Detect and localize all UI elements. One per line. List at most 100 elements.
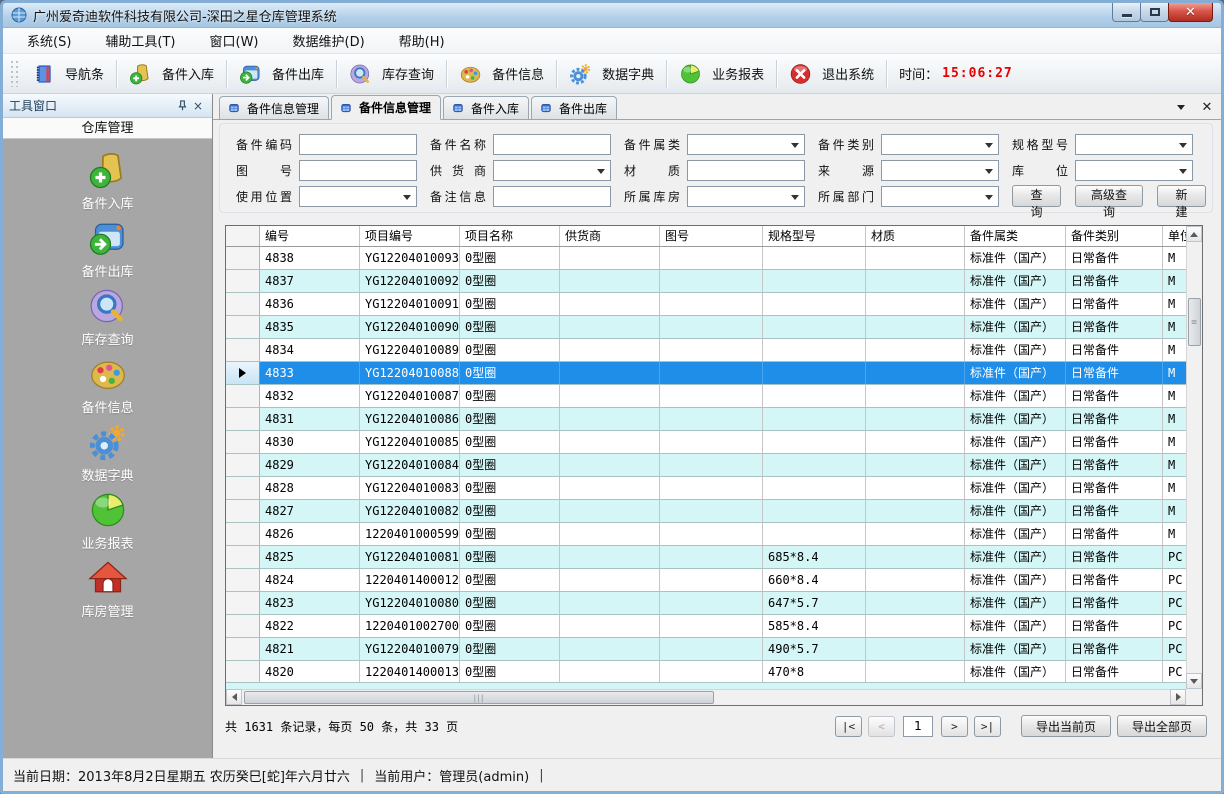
page-number-input[interactable]: 1	[903, 716, 933, 737]
hscroll-thumb[interactable]: |||	[244, 691, 714, 704]
field-select-所属库房[interactable]	[687, 186, 805, 207]
maximize-button[interactable]	[1140, 3, 1169, 22]
table-row[interactable]: 4833YG122040100880型圈标准件（国产）日常备件M	[226, 362, 1186, 385]
table-cell: 0型圈	[460, 661, 560, 683]
tab-3[interactable]: 备件入库	[443, 96, 529, 119]
field-input-备件编码[interactable]	[299, 134, 417, 155]
field-select-供 货 商[interactable]	[493, 160, 611, 181]
export-current-page-button[interactable]: 导出当前页	[1021, 715, 1111, 737]
pin-icon[interactable]	[174, 98, 190, 114]
first-page-button[interactable]: |<	[835, 716, 862, 737]
scroll-down-icon[interactable]	[1186, 673, 1202, 689]
table-cell: M	[1163, 247, 1186, 269]
close-button[interactable]: ✕	[1168, 3, 1213, 22]
field-select-库 位[interactable]	[1075, 160, 1193, 181]
table-cell: 标准件（国产）	[965, 615, 1066, 637]
advanced-query-button[interactable]: 高级查询	[1075, 185, 1143, 207]
toolbar-button-6[interactable]: 数据字典	[561, 57, 662, 91]
table-row[interactable]: 4836YG122040100910型圈标准件（国产）日常备件M	[226, 293, 1186, 316]
menu-item[interactable]: 帮助(H)	[389, 28, 455, 53]
table-cell	[866, 247, 965, 269]
next-page-button[interactable]: >	[941, 716, 968, 737]
column-header-编号[interactable]: 编号	[260, 226, 360, 246]
toolbar-button-4[interactable]: 库存查询	[341, 57, 442, 91]
menu-item[interactable]: 系统(S)	[17, 28, 81, 53]
field-input-材 质[interactable]	[687, 160, 805, 181]
column-header-项目名称[interactable]: 项目名称	[460, 226, 560, 246]
close-icon[interactable]: ✕	[1199, 99, 1215, 115]
table-row[interactable]: 482212204010027000型圈585*8.4标准件（国产）日常备件PC	[226, 615, 1186, 638]
tab-4[interactable]: 备件出库	[531, 96, 617, 119]
sidebar-item-库房管理[interactable]: 库房管理	[3, 555, 212, 623]
table-row[interactable]: 4832YG122040100870型圈标准件（国产）日常备件M	[226, 385, 1186, 408]
table-row[interactable]: 482012204014000130型圈470*8标准件（国产）日常备件PC	[226, 661, 1186, 684]
table-row[interactable]: 4835YG122040100900型圈标准件（国产）日常备件M	[226, 316, 1186, 339]
table-row[interactable]: 4830YG122040100850型圈标准件（国产）日常备件M	[226, 431, 1186, 454]
toolbar-button-2[interactable]: 备件入库	[121, 57, 222, 91]
table-row[interactable]: 4827YG122040100820型圈标准件（国产）日常备件M	[226, 500, 1186, 523]
table-row[interactable]: 4838YG122040100930型圈标准件（国产）日常备件M	[226, 247, 1186, 270]
last-page-button[interactable]: >|	[974, 716, 1001, 737]
column-header-项目编号[interactable]: 项目编号	[360, 226, 460, 246]
field-select-规格型号[interactable]	[1075, 134, 1193, 155]
table-row[interactable]: 4831YG122040100860型圈标准件（国产）日常备件M	[226, 408, 1186, 431]
field-input-备件名称[interactable]	[493, 134, 611, 155]
field-select-使用位置[interactable]	[299, 186, 417, 207]
sidebar-item-备件入库[interactable]: 备件入库	[3, 147, 212, 215]
column-header-供货商[interactable]: 供货商	[560, 226, 660, 246]
table-row[interactable]: 482412204014000120型圈660*8.4标准件（国产）日常备件PC	[226, 569, 1186, 592]
field-select-所属部门[interactable]	[881, 186, 999, 207]
column-header-材质[interactable]: 材质	[866, 226, 965, 246]
menu-item[interactable]: 辅助工具(T)	[95, 28, 185, 53]
vertical-scrollbar[interactable]: ≡	[1186, 226, 1202, 689]
new-button[interactable]: 新建	[1157, 185, 1206, 207]
toolbar-button-3[interactable]: 备件出库	[231, 57, 332, 91]
scroll-up-icon[interactable]	[1186, 226, 1202, 242]
table-row[interactable]: 4834YG122040100890型圈标准件（国产）日常备件M	[226, 339, 1186, 362]
table-row[interactable]: 4837YG122040100920型圈标准件（国产）日常备件M	[226, 270, 1186, 293]
toolbar-button-7[interactable]: 业务报表	[671, 57, 772, 91]
tab-2[interactable]: 备件信息管理	[331, 95, 441, 120]
scroll-right-icon[interactable]	[1170, 689, 1186, 705]
menu-item[interactable]: 窗口(W)	[200, 28, 269, 53]
sidebar-item-库存查询[interactable]: 库存查询	[3, 283, 212, 351]
column-header-备件属类[interactable]: 备件属类	[965, 226, 1066, 246]
table-cell	[560, 546, 660, 568]
export-all-pages-button[interactable]: 导出全部页	[1117, 715, 1207, 737]
column-header-备件类别[interactable]: 备件类别	[1066, 226, 1163, 246]
table-row[interactable]: 482612204010005990型圈标准件（国产）日常备件M	[226, 523, 1186, 546]
toolbar-grip[interactable]	[11, 61, 18, 87]
sidebar-item-数据字典[interactable]: 数据字典	[3, 419, 212, 487]
toolbar-button-5[interactable]: 备件信息	[451, 57, 552, 91]
horizontal-scrollbar[interactable]: |||	[226, 689, 1186, 705]
table-row[interactable]: 4829YG122040100840型圈标准件（国产）日常备件M	[226, 454, 1186, 477]
field-input-图 号[interactable]	[299, 160, 417, 181]
table-cell: 0型圈	[460, 431, 560, 453]
tab-1[interactable]: 备件信息管理	[219, 96, 329, 119]
column-header-图号[interactable]: 图号	[660, 226, 763, 246]
field-select-来 源[interactable]	[881, 160, 999, 181]
toolbar-button-1[interactable]: 导航条	[24, 57, 112, 91]
table-row[interactable]: 4828YG122040100830型圈标准件（国产）日常备件M	[226, 477, 1186, 500]
column-header-单位[interactable]: 单位	[1163, 226, 1186, 246]
chevron-down-icon[interactable]	[1173, 99, 1189, 115]
table-row[interactable]: 4825YG122040100810型圈685*8.4标准件（国产）日常备件PC	[226, 546, 1186, 569]
minimize-button[interactable]	[1112, 3, 1141, 22]
sidebar-item-备件信息[interactable]: 备件信息	[3, 351, 212, 419]
table-row[interactable]: 4821YG122040100790型圈490*5.7标准件（国产）日常备件PC	[226, 638, 1186, 661]
sidebar-item-业务报表[interactable]: 业务报表	[3, 487, 212, 555]
field-select-备件属类[interactable]	[687, 134, 805, 155]
sidebar-item-备件出库[interactable]: 备件出库	[3, 215, 212, 283]
menu-item[interactable]: 数据维护(D)	[283, 28, 375, 53]
toolbar-button-8[interactable]: 退出系统	[781, 57, 882, 91]
scroll-left-icon[interactable]	[226, 689, 242, 705]
chevron-down-icon	[985, 169, 993, 174]
column-header-规格型号[interactable]: 规格型号	[763, 226, 866, 246]
field-input-备注信息[interactable]	[493, 186, 611, 207]
field-select-备件类别[interactable]	[881, 134, 999, 155]
vscroll-thumb[interactable]: ≡	[1188, 298, 1201, 346]
close-icon[interactable]: ×	[190, 98, 206, 114]
table-row[interactable]: 4823YG122040100800型圈647*5.7标准件（国产）日常备件PC	[226, 592, 1186, 615]
prev-page-button[interactable]: <	[868, 716, 895, 737]
query-button[interactable]: 查询	[1012, 185, 1061, 207]
